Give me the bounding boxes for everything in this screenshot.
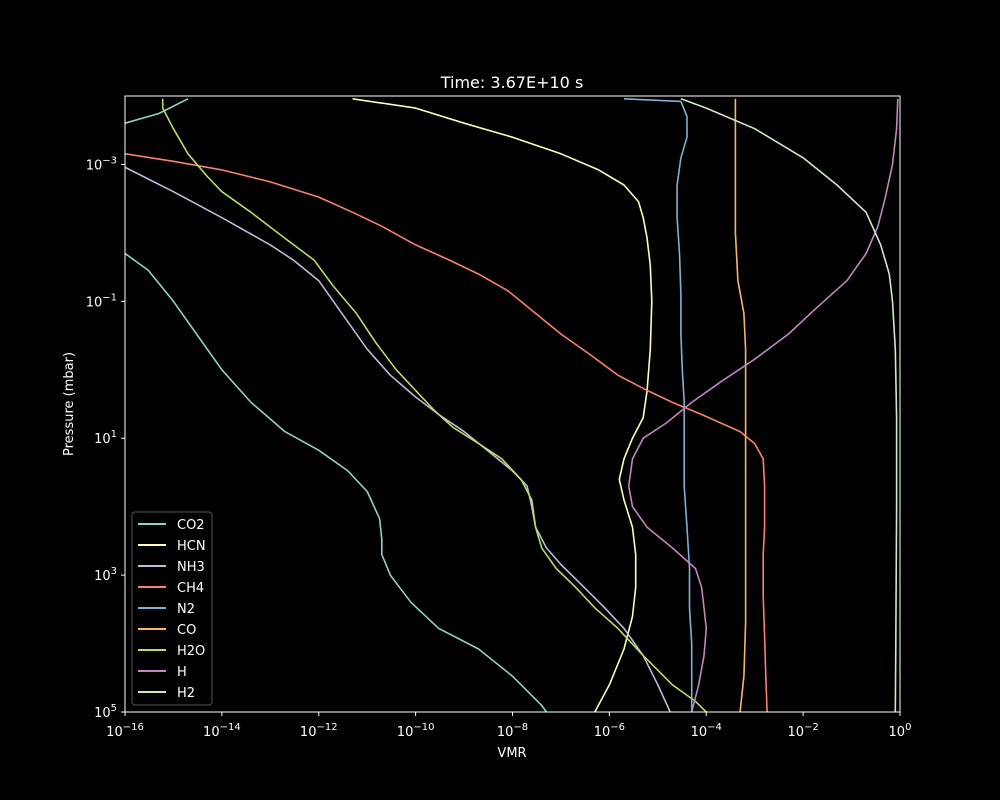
legend-label-h: H bbox=[177, 665, 187, 680]
legend-label-co: CO bbox=[177, 623, 196, 638]
legend-label-co2: CO2 bbox=[177, 518, 205, 533]
legend-label-n2: N2 bbox=[177, 602, 195, 617]
legend-label-ch4: CH4 bbox=[177, 581, 204, 596]
chart: Time: 3.67E+10 s 10−16 10−14 10−12 10−10 10−… bbox=[0, 0, 1000, 800]
legend-label-h2: H2 bbox=[177, 686, 195, 701]
x-axis-label: VMR bbox=[497, 746, 526, 761]
chart-title: Time: 3.67E+10 s bbox=[440, 73, 584, 92]
legend-label-h2o: H2O bbox=[177, 644, 205, 659]
legend-label-nh3: NH3 bbox=[177, 560, 205, 575]
y-axis-label: Pressure (mbar) bbox=[62, 352, 77, 456]
legend: CO2 HCN NH3 CH4 N2 CO H2O H H2 bbox=[131, 511, 213, 706]
legend-label-hcn: HCN bbox=[177, 539, 206, 554]
